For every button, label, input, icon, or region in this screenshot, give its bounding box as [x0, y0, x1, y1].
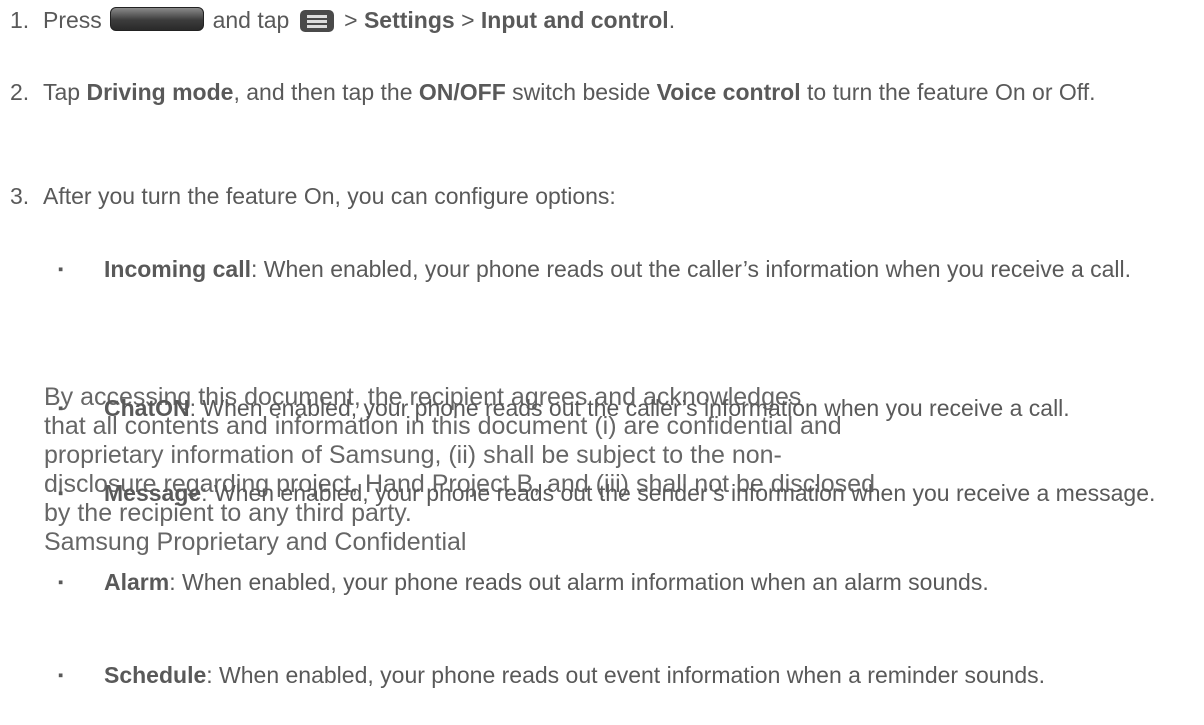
- bullet-label: Schedule: [104, 662, 207, 688]
- step-text: Tap Driving mode, and then tap the ON/OF…: [43, 79, 1096, 105]
- bullet-label: Incoming call: [104, 256, 251, 282]
- home-key-icon: [110, 7, 205, 31]
- step-number: 3.: [10, 183, 30, 209]
- driving-mode-label: Driving mode: [86, 79, 234, 105]
- step-number: 1.: [10, 7, 30, 33]
- confidential-watermark: By accessing this document, the recipien…: [44, 383, 875, 556]
- bullet-icon: ▪: [58, 261, 64, 278]
- step-text: After you turn the feature On, you can c…: [43, 183, 616, 209]
- bullet-icon: ▪: [58, 574, 64, 591]
- voice-control-label: Voice control: [656, 79, 801, 105]
- step-text: Press and tap > Settings > Input and con…: [43, 7, 676, 33]
- bullet-icon: ▪: [58, 667, 64, 684]
- step-number: 2.: [10, 79, 30, 105]
- input-control-label: Input and control: [480, 7, 669, 33]
- bullet-label: Alarm: [104, 569, 170, 595]
- onoff-label: ON/OFF: [418, 79, 506, 105]
- settings-label: Settings: [363, 7, 455, 33]
- menu-key-icon: [299, 10, 334, 32]
